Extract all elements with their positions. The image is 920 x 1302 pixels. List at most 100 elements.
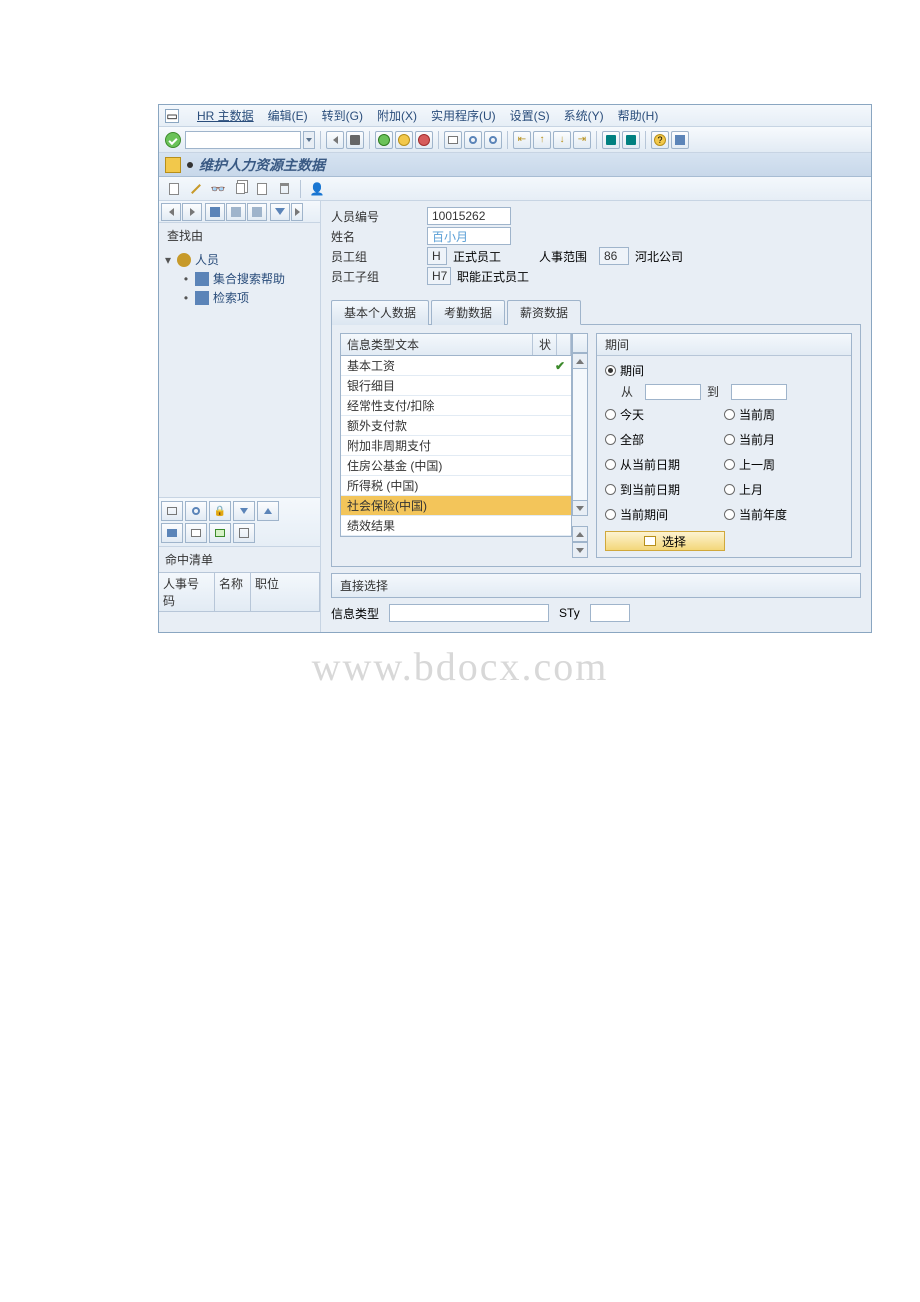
radio-cur-week[interactable]: 当前周 <box>724 406 843 423</box>
find-next-icon[interactable] <box>484 131 502 149</box>
list-item[interactable]: 额外支付款 <box>341 416 571 436</box>
scroll-down-icon[interactable] <box>572 542 588 558</box>
radio-from-cur[interactable]: 从当前日期 <box>605 456 724 473</box>
menu-edit[interactable]: 编辑(E) <box>268 107 308 124</box>
new-session-icon[interactable] <box>602 131 620 149</box>
radio-last-month[interactable]: 上月 <box>724 481 843 498</box>
print-icon[interactable] <box>444 131 462 149</box>
menu-utilities[interactable]: 实用程序(U) <box>431 107 496 124</box>
overview-icon[interactable]: 👤 <box>308 180 326 198</box>
radio-cur-month[interactable]: 当前月 <box>724 431 843 448</box>
list-item[interactable]: 银行细目 <box>341 376 571 396</box>
input-infotype[interactable] <box>389 604 549 622</box>
first-page-icon[interactable]: ⇤ <box>513 131 531 149</box>
toolbar-icon[interactable] <box>233 523 255 543</box>
exit-icon[interactable] <box>395 131 413 149</box>
toolbar-icon[interactable] <box>185 523 207 543</box>
command-dropdown-icon[interactable] <box>303 131 315 149</box>
scroll-up-icon[interactable] <box>572 353 588 369</box>
display-icon[interactable]: 👓 <box>209 180 227 198</box>
col-position[interactable]: 职位 <box>251 573 320 611</box>
find-icon[interactable] <box>464 131 482 149</box>
layout-icon[interactable] <box>671 131 689 149</box>
label-infotype: 信息类型 <box>331 605 379 622</box>
cancel-icon[interactable] <box>415 131 433 149</box>
toolbar-icon[interactable] <box>161 501 183 521</box>
back-icon[interactable] <box>326 131 344 149</box>
input-from-date[interactable] <box>645 384 701 400</box>
toolbar-icon[interactable] <box>185 501 207 521</box>
menu-help[interactable]: 帮助(H) <box>618 107 659 124</box>
col-pernr[interactable]: 人事号码 <box>159 573 215 611</box>
tree-node-collective[interactable]: • 集合搜索帮助 <box>163 269 316 288</box>
save-icon[interactable] <box>346 131 364 149</box>
radio-last-week[interactable]: 上一周 <box>724 456 843 473</box>
command-field[interactable] <box>185 131 301 149</box>
input-to-date[interactable] <box>731 384 787 400</box>
list-item[interactable]: 附加非周期支付 <box>341 436 571 456</box>
last-page-icon[interactable]: ⇥ <box>573 131 591 149</box>
next-page-icon[interactable]: ↓ <box>553 131 571 149</box>
menu-extras[interactable]: 附加(X) <box>377 107 417 124</box>
list-item[interactable]: 经常性支付/扣除 <box>341 396 571 416</box>
radio-to-cur[interactable]: 到当前日期 <box>605 481 724 498</box>
delete-icon[interactable] <box>275 180 293 198</box>
list-scrollbar[interactable] <box>572 333 588 558</box>
toolbar-icon[interactable]: 🔒 <box>209 501 231 521</box>
radio-icon <box>605 434 616 445</box>
field-esg-text: 职能正式员工 <box>457 268 529 285</box>
list-item[interactable]: 基本工资✔ <box>341 356 571 376</box>
toolbar-icon[interactable] <box>209 523 231 543</box>
tree-node-searchterm[interactable]: • 检索项 <box>163 288 316 307</box>
toolbar-icon[interactable] <box>257 501 279 521</box>
nav-btn-icon[interactable] <box>247 203 267 221</box>
tab-time[interactable]: 考勤数据 <box>431 300 505 325</box>
radio-cur-year[interactable]: 当前年度 <box>724 506 843 523</box>
check-icon: ✔ <box>555 359 565 373</box>
nav-back-icon[interactable] <box>161 203 181 221</box>
label-pernr: 人员编号 <box>331 208 427 225</box>
toolbar-icon[interactable] <box>161 523 183 543</box>
list-item-selected[interactable]: 社会保险(中国) <box>341 496 571 516</box>
menu-goto[interactable]: 转到(G) <box>322 107 363 124</box>
nav-btn-icon[interactable] <box>205 203 225 221</box>
radio-all[interactable]: 全部 <box>605 431 724 448</box>
menu-settings[interactable]: 设置(S) <box>510 107 550 124</box>
radio-period[interactable]: 期间 <box>605 362 843 379</box>
scroll-down-icon[interactable] <box>572 500 588 516</box>
col-infotype-text[interactable]: 信息类型文本 <box>341 334 533 355</box>
back-green-icon[interactable] <box>375 131 393 149</box>
nav-forward-icon[interactable] <box>182 203 202 221</box>
filter-icon[interactable] <box>270 203 290 221</box>
separator-icon <box>438 131 439 149</box>
col-status[interactable]: 状 <box>533 334 557 355</box>
radio-today[interactable]: 今天 <box>605 406 724 423</box>
list-item[interactable]: 住房公基金 (中国) <box>341 456 571 476</box>
list-item[interactable]: 所得税 (中国) <box>341 476 571 496</box>
create-icon[interactable] <box>165 180 183 198</box>
shortcut-icon[interactable] <box>622 131 640 149</box>
list-item[interactable]: 绩效结果 <box>341 516 571 536</box>
help-icon[interactable]: ? <box>651 131 669 149</box>
tree-node-person[interactable]: ▾ 人员 <box>163 250 316 269</box>
copy-icon[interactable] <box>231 180 249 198</box>
system-menu-icon[interactable]: ▭ <box>165 109 179 123</box>
nav-btn-icon[interactable] <box>226 203 246 221</box>
change-icon[interactable] <box>187 180 205 198</box>
scroll-up-icon[interactable] <box>572 526 588 542</box>
menu-hr-master[interactable]: HR 主数据 <box>197 107 254 124</box>
delimit-icon[interactable] <box>253 180 271 198</box>
prev-page-icon[interactable]: ↑ <box>533 131 551 149</box>
expand-icon[interactable] <box>291 203 303 221</box>
toolbar-icon[interactable] <box>233 501 255 521</box>
input-sty[interactable] <box>590 604 630 622</box>
col-name[interactable]: 名称 <box>215 573 251 611</box>
menu-system[interactable]: 系统(Y) <box>564 107 604 124</box>
radio-cur-period[interactable]: 当前期间 <box>605 506 724 523</box>
radio-icon <box>605 409 616 420</box>
tab-basic[interactable]: 基本个人数据 <box>331 300 429 325</box>
select-button[interactable]: 选择 <box>605 531 725 551</box>
enter-icon[interactable] <box>165 132 181 148</box>
tab-payroll[interactable]: 薪资数据 <box>507 300 581 325</box>
field-pernr[interactable]: 10015262 <box>427 207 511 225</box>
